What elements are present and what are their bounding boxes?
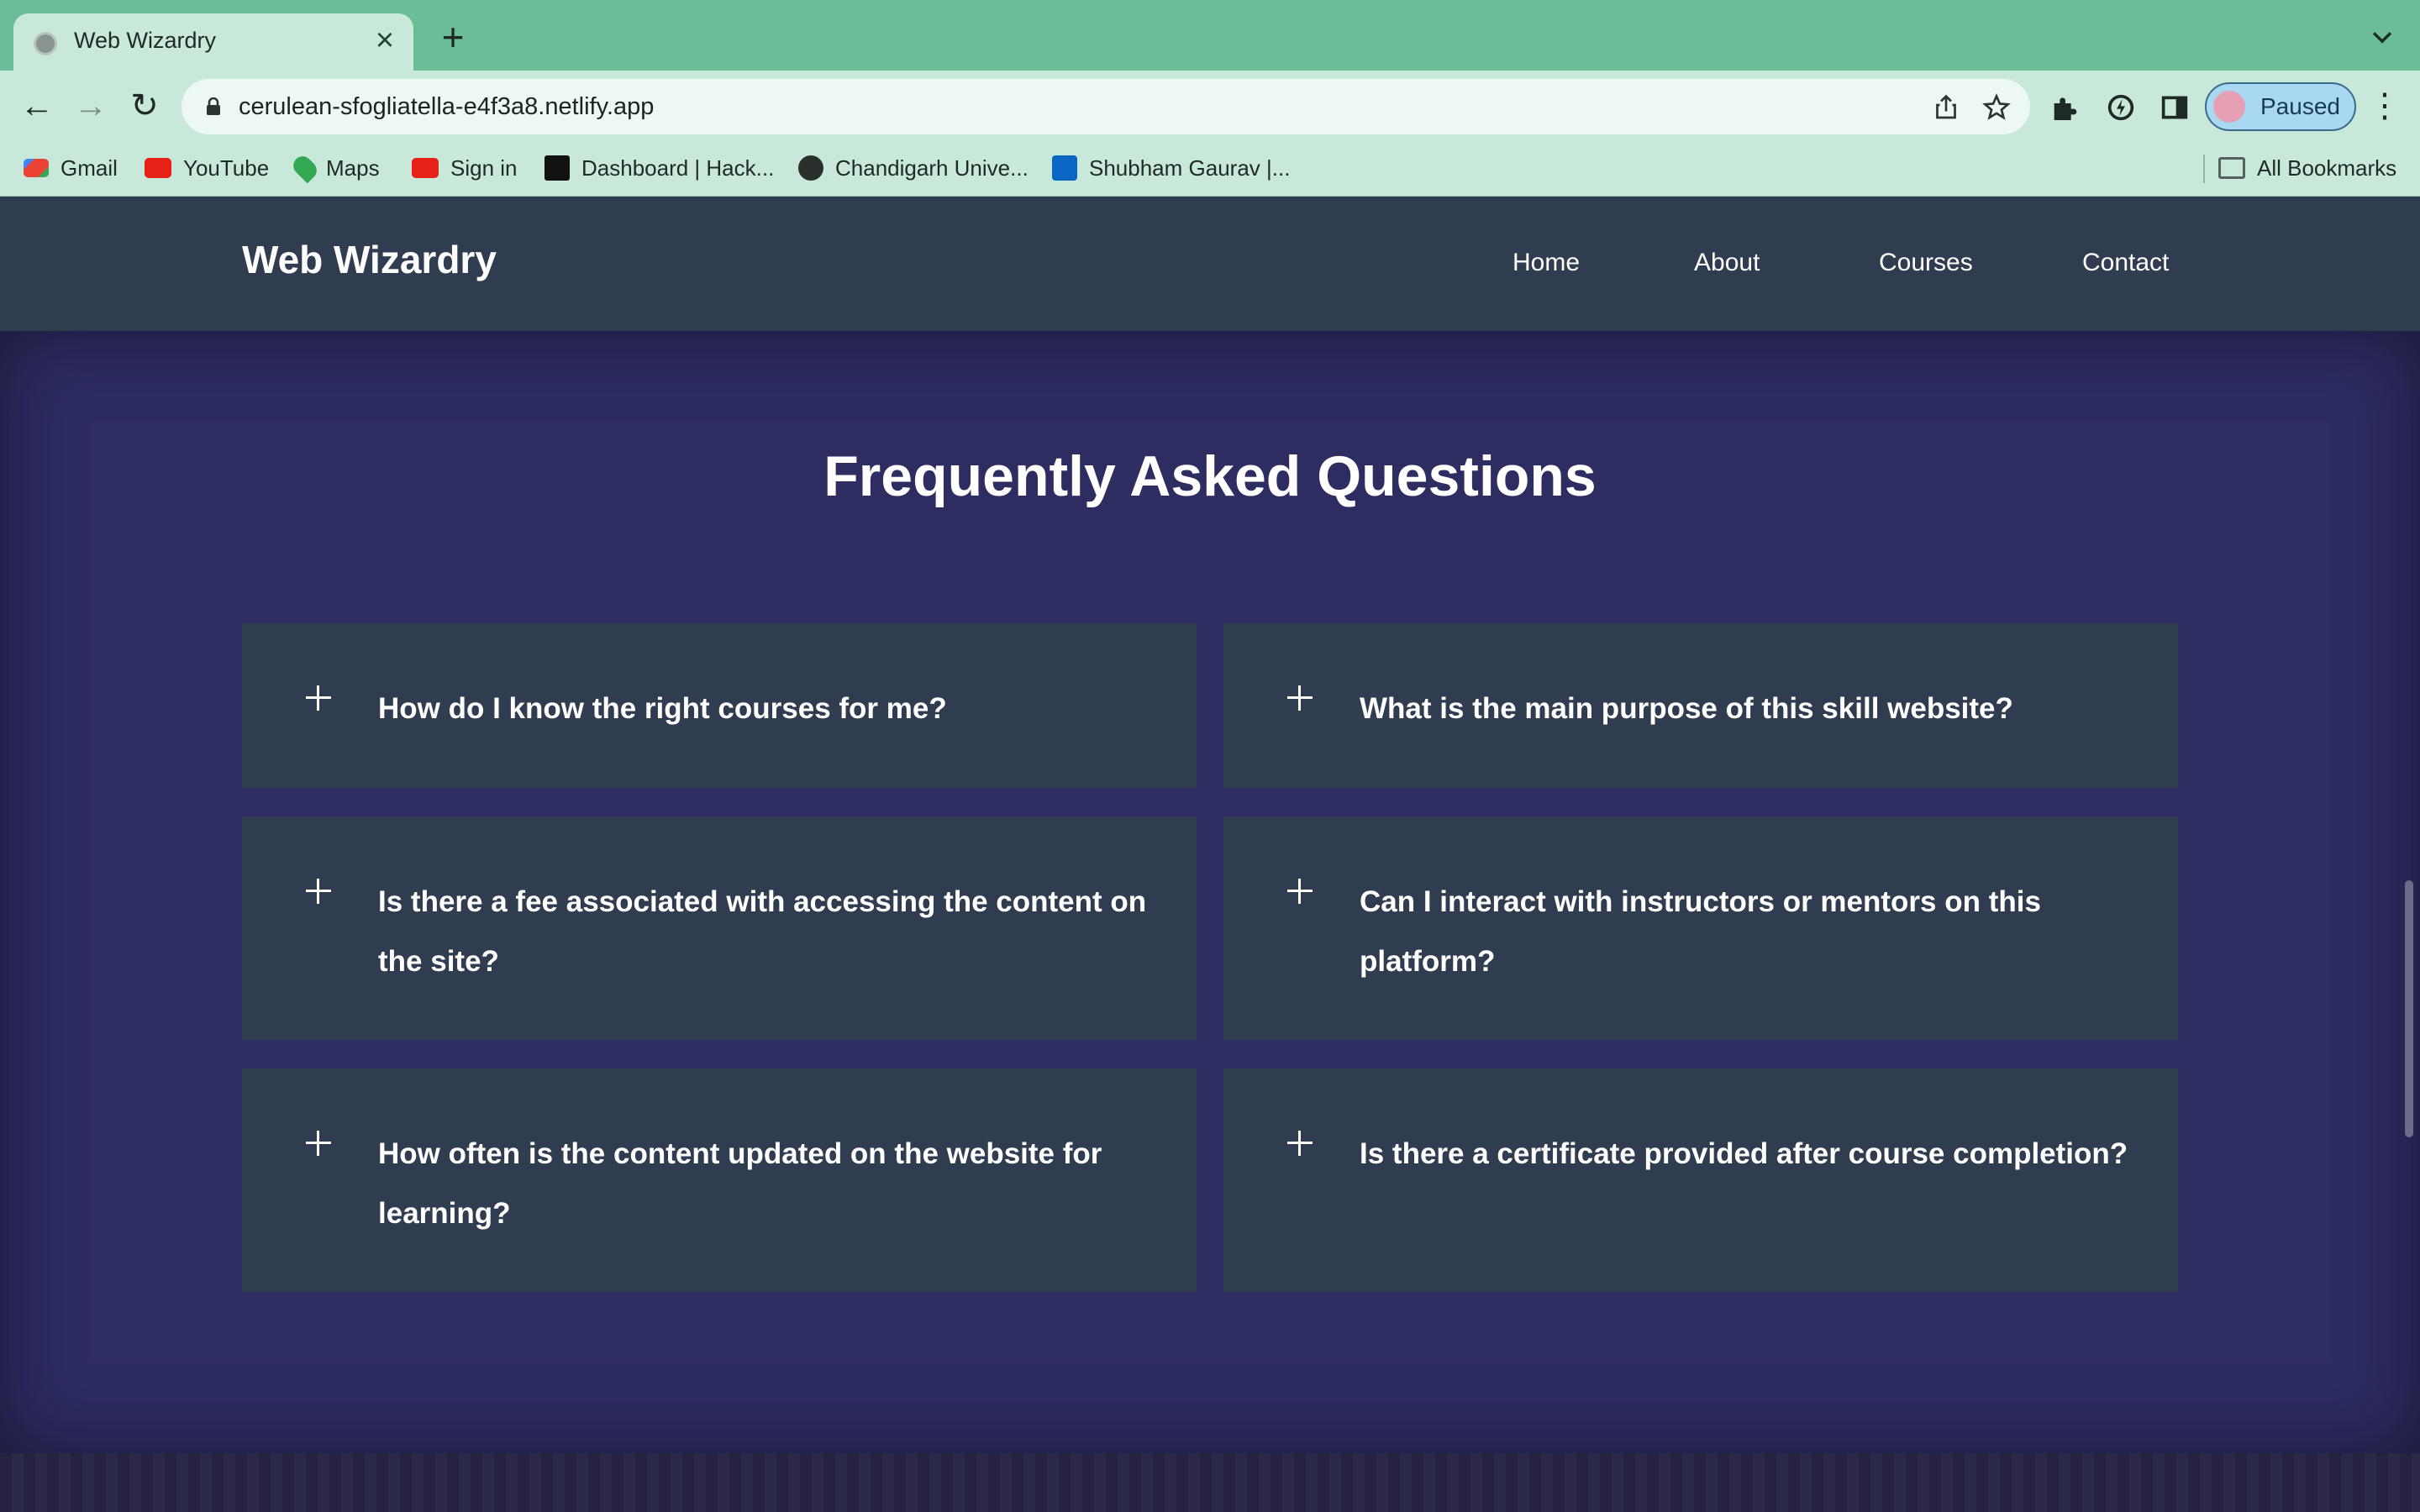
side-panel-icon[interactable] xyxy=(2158,91,2191,124)
site-logo[interactable]: Web Wizardry xyxy=(242,237,497,282)
lock-icon xyxy=(207,97,220,115)
footer-pattern xyxy=(0,1453,2420,1512)
forward-button[interactable]: → xyxy=(71,86,111,126)
site-header: Web Wizardry Home About Courses Contact xyxy=(0,197,2420,331)
plus-icon[interactable] xyxy=(306,685,331,711)
share-icon[interactable] xyxy=(1931,92,1961,123)
browser-toolbar: ← → ↻ cerulean-sfogliatella-e4f3a8.netli… xyxy=(0,71,2420,141)
faq-question: How do I know the right courses for me? xyxy=(378,692,947,725)
nav-courses[interactable]: Courses xyxy=(1879,249,1973,277)
faq-item[interactable]: Can I interact with instructors or mento… xyxy=(1223,816,2178,1040)
faq-item[interactable]: What is the main purpose of this skill w… xyxy=(1223,623,2178,788)
faq-section: Frequently Asked Questions How do I know… xyxy=(0,331,2420,1453)
plus-icon[interactable] xyxy=(1287,879,1313,904)
bookmark-hackerrank[interactable]: Dashboard | Hack... xyxy=(544,151,774,185)
faq-question: What is the main purpose of this skill w… xyxy=(1360,692,2013,725)
plus-icon[interactable] xyxy=(1287,1131,1313,1156)
nav-home[interactable]: Home xyxy=(1512,249,1580,277)
bookmark-gmail[interactable]: Gmail xyxy=(24,151,118,185)
youtube-icon xyxy=(412,158,439,178)
nav-about[interactable]: About xyxy=(1694,249,1760,277)
performance-icon[interactable] xyxy=(2104,91,2138,124)
url-text[interactable]: cerulean-sfogliatella-e4f3a8.netlify.app xyxy=(239,93,654,121)
bookmarks-bar: Gmail YouTube Maps Sign in Dashboard | H… xyxy=(0,141,2420,197)
faq-question: Is there a certificate provided after co… xyxy=(1360,1137,2128,1170)
new-tab-button[interactable]: + xyxy=(435,18,471,56)
maps-icon xyxy=(289,152,321,184)
scrollbar[interactable] xyxy=(2405,880,2413,1137)
faq-item[interactable]: How often is the content updated on the … xyxy=(242,1068,1197,1292)
address-bar[interactable]: cerulean-sfogliatella-e4f3a8.netlify.app xyxy=(182,79,2030,134)
faq-question: Is there a fee associated with accessing… xyxy=(378,885,1147,978)
avatar xyxy=(2213,91,2245,123)
close-icon[interactable]: × xyxy=(368,24,402,57)
more-menu-icon[interactable]: ⋮ xyxy=(2368,86,2402,126)
globe-icon xyxy=(798,155,823,181)
tab-title: Web Wizardry xyxy=(74,28,217,53)
browser-tabstrip: Web Wizardry × + xyxy=(0,0,2420,71)
bookmark-linkedin[interactable]: Shubham Gaurav |... xyxy=(1052,151,1290,185)
linkedin-icon xyxy=(1052,155,1077,181)
plus-icon[interactable] xyxy=(306,1131,331,1156)
faq-item[interactable]: Is there a fee associated with accessing… xyxy=(242,816,1197,1040)
reload-button[interactable]: ↻ xyxy=(124,86,165,126)
back-button[interactable]: ← xyxy=(17,86,57,126)
globe-icon xyxy=(34,32,57,55)
faq-title: Frequently Asked Questions xyxy=(823,444,1597,508)
hackerrank-icon xyxy=(544,155,570,181)
faq-question: Can I interact with instructors or mento… xyxy=(1360,885,2041,978)
plus-icon[interactable] xyxy=(1287,685,1313,711)
youtube-icon xyxy=(145,158,171,178)
bookmark-sign-in[interactable]: Sign in xyxy=(412,151,518,185)
browser-tab[interactable]: Web Wizardry × xyxy=(13,13,413,71)
plus-icon[interactable] xyxy=(306,879,331,904)
bookmark-maps[interactable]: Maps xyxy=(289,151,380,185)
faq-question: How often is the content updated on the … xyxy=(378,1137,1102,1230)
folder-icon xyxy=(2218,157,2245,179)
chevron-down-icon[interactable] xyxy=(2368,24,2396,52)
faq-item[interactable]: Is there a certificate provided after co… xyxy=(1223,1068,2178,1292)
profile-button[interactable]: Paused xyxy=(2205,82,2356,131)
nav-contact[interactable]: Contact xyxy=(2082,249,2169,277)
bookmarks-divider xyxy=(2203,155,2205,183)
bookmark-chandigarh[interactable]: Chandigarh Unive... xyxy=(798,151,1028,185)
faq-item[interactable]: How do I know the right courses for me? xyxy=(242,623,1197,788)
all-bookmarks-button[interactable]: All Bookmarks xyxy=(2218,151,2396,185)
extensions-icon[interactable] xyxy=(2049,91,2082,124)
gmail-icon xyxy=(24,159,49,177)
profile-status: Paused xyxy=(2260,93,2340,119)
bookmark-youtube[interactable]: YouTube xyxy=(145,151,269,185)
star-icon[interactable] xyxy=(1981,92,2012,123)
